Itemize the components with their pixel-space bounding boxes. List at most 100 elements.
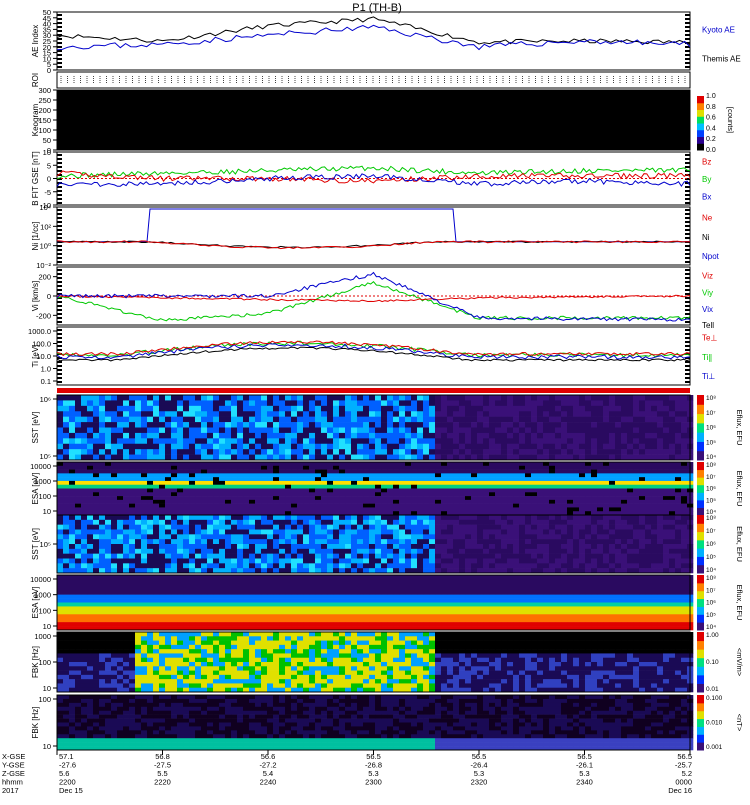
esa_e-cell	[549, 500, 555, 504]
esa_e-cell	[225, 507, 231, 511]
sst_i-cell	[105, 559, 111, 564]
esa_e-cell	[267, 504, 273, 508]
sst_i-cell	[555, 515, 561, 520]
esa_e-cell	[195, 496, 201, 500]
esa_e-cell	[105, 470, 111, 474]
sst_i-cell	[543, 554, 549, 559]
sst_e-cell	[501, 400, 507, 406]
esa_e-cell	[621, 462, 627, 466]
esa_e-cell	[603, 500, 609, 504]
esa_e-cell	[615, 496, 621, 500]
sst_e-cell	[531, 417, 537, 423]
esa_e-cell	[399, 489, 405, 493]
esa_i-cell	[111, 618, 117, 622]
esa_i-cell	[213, 618, 219, 622]
sst_i-cell	[429, 544, 435, 549]
esa_e-cell	[507, 507, 513, 511]
esa_e-cell	[471, 477, 477, 481]
esa_i-cell	[207, 603, 213, 607]
sst_e-cell	[597, 406, 603, 412]
esa_e-cell	[477, 481, 483, 485]
esa_e-cell	[243, 504, 249, 508]
sst_e-cell	[645, 444, 651, 450]
esa_e-cell	[327, 504, 333, 508]
esa_e-cell	[387, 462, 393, 466]
esa_i-cell	[159, 603, 165, 607]
sst_i-cell	[327, 544, 333, 549]
sst_e-cell	[603, 449, 609, 455]
sst_e-cell	[591, 444, 597, 450]
esa_i-cell	[141, 587, 147, 591]
esa_i-cell	[81, 614, 87, 618]
sst_i-cell	[453, 530, 459, 535]
esa_i-cell	[69, 606, 75, 610]
esa_e-cell	[393, 470, 399, 474]
esa_i-cell	[153, 603, 159, 607]
sst_i-cell	[555, 544, 561, 549]
sst_i-cell	[237, 544, 243, 549]
sst_i-cell	[81, 525, 87, 530]
sst_e-cell	[141, 455, 147, 461]
esa_e-cell	[543, 504, 549, 508]
esa_e-cell	[363, 481, 369, 485]
sst_e-cell	[57, 417, 63, 423]
esa_e-cell	[363, 466, 369, 470]
sst_e-cell	[405, 444, 411, 450]
esa_e-cell	[147, 507, 153, 511]
sst_i-cell	[165, 515, 171, 520]
esa_e-cell	[453, 485, 459, 489]
sst_e-cell	[387, 433, 393, 439]
sst_i-cell	[213, 520, 219, 525]
sst_i-cell	[57, 559, 63, 564]
esa_e-cell	[81, 466, 87, 470]
esa_e-cell	[561, 504, 567, 508]
sst_i-cell	[675, 554, 681, 559]
sst_e-cell	[345, 406, 351, 412]
sst_e-cell	[321, 406, 327, 412]
esa_e-cell	[261, 473, 267, 477]
sst_e-cell	[357, 455, 363, 461]
bfit-edge-tick	[57, 202, 62, 204]
sst_i-cell	[261, 563, 267, 568]
esa_e-cell	[429, 473, 435, 477]
sst_e-cell	[369, 449, 375, 455]
sst_e-cell	[207, 444, 213, 450]
sst_i-cell	[603, 549, 609, 554]
sst_e-cell	[93, 400, 99, 406]
sst_e-cell	[369, 455, 375, 461]
sst_i-cell	[621, 563, 627, 568]
sst_i-cell	[189, 554, 195, 559]
sst_e-cell	[231, 438, 237, 444]
esa_e-cell	[255, 492, 261, 496]
sst_i-cell	[309, 554, 315, 559]
esa_e-cell	[645, 496, 651, 500]
esa_e-cell	[429, 492, 435, 496]
esa_e-cell	[129, 477, 135, 481]
sst_e-cell	[579, 411, 585, 417]
sst_e-cell	[309, 411, 315, 417]
sst_i-cell	[279, 554, 285, 559]
esa_e-cell	[561, 507, 567, 511]
esa_e-cell	[375, 481, 381, 485]
sst_i-cell	[603, 520, 609, 525]
esa_e-cell	[111, 489, 117, 493]
esa_e-cell	[579, 500, 585, 504]
sst_e-cell	[375, 449, 381, 455]
sst_i-cell	[651, 520, 657, 525]
esa_e-cell	[183, 462, 189, 466]
ti-edge-tick	[57, 341, 62, 343]
sst_i-cell	[513, 525, 519, 530]
sst_e-cell	[135, 411, 141, 417]
sst_e-cell	[273, 411, 279, 417]
sst_i-cell	[375, 525, 381, 530]
sst_i-cell	[507, 563, 513, 568]
sst_e-cell	[411, 411, 417, 417]
sst_e-cell	[135, 400, 141, 406]
esa_i-cell	[111, 610, 117, 614]
esa_i-cell	[195, 587, 201, 591]
esa_e-cell	[447, 470, 453, 474]
esa_i-cell	[261, 583, 267, 587]
sst_i-cell	[663, 544, 669, 549]
sst_e-cell	[213, 433, 219, 439]
sst_e-cell	[411, 433, 417, 439]
